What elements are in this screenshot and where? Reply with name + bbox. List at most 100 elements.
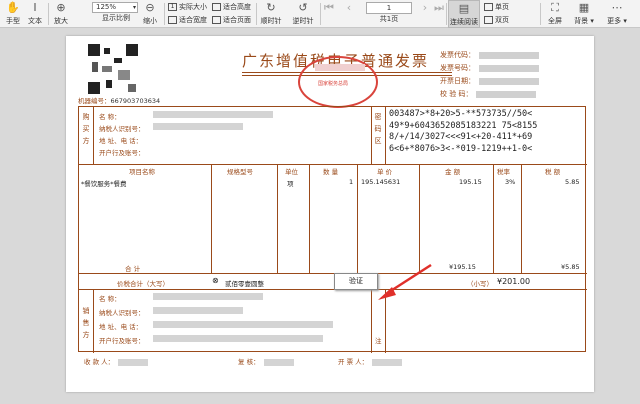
total-label: 合 计 [125, 265, 141, 273]
seller-side-char: 销 [82, 307, 90, 315]
zoom-in-button[interactable]: ⊕ 放大 [52, 0, 70, 28]
rule [79, 164, 587, 165]
seller-side-char: 方 [82, 331, 90, 339]
first-page-button[interactable]: ⏮ [324, 0, 334, 28]
background-icon: ▦ [578, 1, 590, 14]
cipher-side-char: 区 [374, 137, 382, 145]
first-page-icon: ⏮ [324, 1, 334, 14]
buyer-name-label: 名 称： [99, 113, 121, 121]
toolbar: ✋ 手型 Ⅰ 文本 ⊕ 放大 125% ▾ 显示比例 ⊖ 缩小 1 实际大小 适合… [0, 0, 640, 28]
cipher-line: 003487>*8+20>5-**573735//50< [389, 109, 533, 119]
actual-size-button[interactable]: 1 实际大小 [168, 1, 207, 13]
text-tool-button[interactable]: Ⅰ 文本 [24, 0, 46, 28]
fit-height-icon [212, 3, 221, 11]
cipher-side-label: 密 码 区 [373, 111, 383, 147]
actual-size-label: 实际大小 [179, 3, 207, 11]
double-page-button[interactable]: 双页 [484, 14, 509, 26]
more-button[interactable]: ⋯ 更多 ▾ [604, 0, 630, 28]
issuer-field: 开 票 人： [338, 356, 403, 366]
zoom-out-button[interactable]: ⊖ 缩小 [140, 0, 160, 28]
redacted-value [153, 293, 263, 300]
rule [309, 164, 310, 273]
fit-page-label: 适合页面 [223, 16, 251, 24]
hand-tool-button[interactable]: ✋ 手型 [2, 0, 24, 28]
last-page-button[interactable]: ⏭ [434, 0, 444, 28]
previous-page-button[interactable]: ‹ [344, 0, 354, 28]
rotate-ccw-label: 逆时针 [292, 17, 314, 25]
item-tax-rate: 3% [505, 178, 516, 186]
fit-height-button[interactable]: 适合高度 [212, 1, 251, 13]
cipher-line: 8/+/14/3027<<<91<+20-411*+69 [389, 132, 533, 142]
single-page-icon [484, 3, 493, 11]
item-quantity: 1 [349, 178, 354, 186]
item-price: 195.145631 [361, 178, 401, 186]
fit-width-label: 适合宽度 [179, 16, 207, 24]
machine-number-label: 机器编号： [78, 97, 111, 105]
seller-side-label: 销 售 方 [81, 305, 91, 341]
column-header-amount: 金 额 [445, 168, 461, 176]
column-header-price: 单 价 [377, 168, 393, 176]
rotate-clockwise-button[interactable]: ↻ 顺时针 [258, 0, 284, 28]
remark-label: 注 [375, 337, 382, 345]
background-button[interactable]: ▦ 背景 ▾ [570, 0, 598, 28]
item-unit: 项 [287, 180, 294, 188]
fit-width-button[interactable]: 适合宽度 [168, 14, 207, 26]
buyer-address-label: 地 址、电 话： [99, 137, 143, 145]
page-number-value: 1 [386, 4, 392, 12]
more-label: 更多 ▾ [607, 17, 627, 25]
buyer-taxid-label: 纳税人识别号： [99, 125, 145, 133]
rule [493, 164, 494, 273]
fit-page-button[interactable]: 适合页面 [212, 14, 251, 26]
column-header-tax-rate: 税率 [497, 168, 510, 176]
buyer-side-char: 方 [82, 137, 90, 145]
zoom-in-label: 放大 [54, 17, 68, 25]
background-label: 背景 ▾ [574, 17, 594, 25]
rule [371, 107, 372, 164]
buyer-side-label: 购 买 方 [81, 111, 91, 147]
rule [357, 164, 358, 273]
seller-side-char: 售 [82, 319, 90, 327]
divider [48, 3, 49, 25]
fullscreen-button[interactable]: ⛶ 全屏 [544, 0, 566, 28]
rotate-counterclockwise-button[interactable]: ↺ 逆时针 [290, 0, 316, 28]
verify-button[interactable]: 验证 [334, 273, 378, 290]
divider [164, 3, 165, 25]
rule [93, 107, 94, 164]
fit-width-icon [168, 16, 177, 24]
single-page-button[interactable]: 单页 [484, 1, 509, 13]
seller-taxid-label: 纳税人识别号： [99, 309, 145, 317]
page-total-wrap: 共1页 [372, 14, 406, 28]
issuer-label: 开 票 人： [338, 358, 369, 366]
grand-total-small-label: （小写） [467, 280, 493, 288]
page-number-input[interactable]: 1 [366, 2, 412, 14]
item-amount: 195.15 [459, 178, 482, 186]
machine-number-value: 667903703634 [110, 97, 161, 105]
issue-date-label: 开票日期： [440, 77, 475, 85]
plus-circle-icon: ⊕ [56, 1, 66, 14]
redacted-value [153, 111, 273, 118]
rule [371, 289, 372, 353]
column-header-quantity: 数 量 [323, 168, 339, 176]
buyer-side-char: 买 [82, 125, 90, 133]
double-page-label: 双页 [495, 16, 509, 24]
column-header-unit: 单位 [285, 168, 298, 176]
rule [93, 289, 94, 353]
divider [446, 3, 447, 25]
cipher-code: 003487>*8+20>5-**573735//50< 49*9+6043652… [389, 109, 537, 155]
next-page-button[interactable]: › [420, 0, 430, 28]
fit-page-icon [212, 16, 221, 24]
reviewer-label: 复 核： [238, 358, 260, 366]
redacted-value [153, 335, 323, 342]
zoom-select[interactable]: 125% ▾ [92, 2, 138, 13]
seal-text: 国家税务总局 [318, 81, 349, 87]
rule [79, 273, 587, 274]
total-amount: ¥195.15 [449, 263, 476, 271]
more-label-text: 更多 [607, 17, 622, 25]
check-code-label: 校 验 码： [440, 90, 473, 98]
seller-name-label: 名 称： [99, 295, 121, 303]
continuous-reading-button[interactable]: ▤ 连续阅读 [448, 0, 480, 28]
official-seal: 国家税务总局 [298, 56, 378, 108]
chevron-left-icon: ‹ [346, 1, 352, 14]
grand-total-label: 价税合计（大写） [117, 280, 169, 288]
zoom-value: 125% [96, 3, 117, 11]
